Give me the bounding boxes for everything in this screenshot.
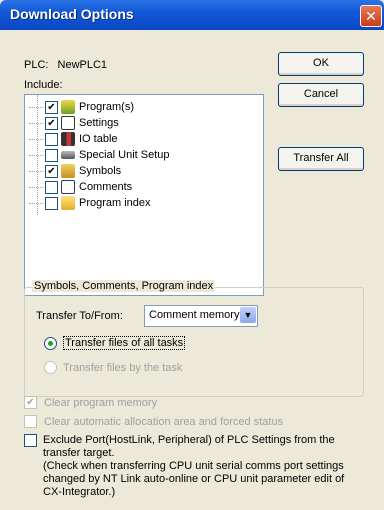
tree-item-label: IO table (79, 133, 118, 145)
tree-item-label: Special Unit Setup (79, 149, 170, 161)
checkbox-program-index[interactable] (45, 196, 58, 210)
exclude-port-text: Exclude Port(HostLink, Peripheral) of PL… (43, 434, 344, 499)
radio-by-task[interactable]: Transfer files by the task (44, 361, 182, 374)
checkbox-programs[interactable]: ✔ (45, 100, 58, 114)
dialog-title: Download Options (10, 6, 134, 22)
ok-button[interactable]: OK (278, 52, 364, 76)
settings-icon (61, 116, 75, 130)
radio-by-task-label: Transfer files by the task (63, 361, 183, 374)
include-label: Include: (24, 79, 63, 91)
clear-program-checkbox[interactable]: ✔ (24, 396, 37, 409)
plc-row: PLC: NewPLC1 (24, 59, 107, 71)
tree-item-symbols[interactable]: ✔ Symbols (25, 163, 121, 179)
exclude-line: changed by NT Link auto-online or CPU un… (43, 473, 345, 485)
radio-all-tasks-button[interactable] (44, 336, 57, 350)
transfer-select-value: Comment memory (149, 309, 240, 321)
clear-auto-option[interactable]: Clear automatic allocation area and forc… (24, 415, 283, 428)
tree-item-io-table[interactable]: IO table (25, 131, 118, 147)
exclude-line: CX-Integrator.) (43, 486, 116, 498)
checkbox-symbols[interactable]: ✔ (45, 164, 58, 178)
close-icon[interactable]: ✕ (360, 5, 382, 27)
tree-item-label: Program index (79, 197, 151, 209)
checkbox-comments[interactable] (45, 180, 58, 194)
exclude-line: transfer target. (43, 447, 115, 459)
tree-item-label: Program(s) (79, 101, 135, 113)
tree-item-special-unit[interactable]: Special Unit Setup (25, 147, 170, 163)
program-icon (61, 100, 75, 114)
tree-item-label: Symbols (79, 165, 122, 177)
checkbox-settings[interactable]: ✔ (45, 116, 58, 130)
transfer-select[interactable]: Comment memory ▼ (144, 305, 258, 327)
tree-item-programs[interactable]: ✔ Program(s) (25, 99, 134, 115)
title-bar: Download Options ✕ (0, 0, 384, 30)
checkbox-special-unit[interactable] (45, 148, 58, 162)
transfer-all-button[interactable]: Transfer All (278, 147, 364, 171)
chevron-down-icon[interactable]: ▼ (240, 307, 256, 323)
tree-item-comments[interactable]: Comments (25, 179, 132, 195)
radio-all-tasks-label: Transfer files of all tasks (63, 336, 186, 350)
group-legend: Symbols, Comments, Program index (32, 280, 216, 292)
radio-by-task-button[interactable] (44, 361, 57, 374)
tree-item-settings[interactable]: ✔ Settings (25, 115, 119, 131)
cancel-button[interactable]: Cancel (278, 83, 364, 107)
clear-program-label: Clear program memory (44, 396, 158, 409)
tree-item-program-index[interactable]: Program index (25, 195, 151, 211)
include-tree[interactable]: ✔ Program(s) ✔ Settings IO table Special… (24, 94, 264, 296)
exclude-line: Exclude Port(HostLink, Peripheral) of PL… (43, 434, 335, 446)
exclude-line: (Check when transferring CPU unit serial… (43, 460, 344, 472)
transfer-label: Transfer To/From: (36, 310, 123, 322)
clear-auto-checkbox[interactable] (24, 415, 37, 428)
io-table-icon (61, 132, 75, 146)
exclude-port-checkbox[interactable] (24, 434, 37, 447)
dialog-body: PLC: NewPLC1 Include: OK Cancel Transfer… (0, 30, 384, 510)
exclude-port-option[interactable] (24, 434, 40, 447)
clear-auto-label: Clear automatic allocation area and forc… (44, 415, 284, 428)
plc-label: PLC: (24, 59, 49, 71)
radio-all-tasks[interactable]: Transfer files of all tasks (44, 336, 186, 350)
special-unit-icon (61, 151, 75, 159)
tree-item-label: Comments (79, 181, 133, 193)
checkbox-io-table[interactable] (45, 132, 58, 146)
plc-name: NewPLC1 (57, 59, 108, 71)
comments-icon (61, 180, 75, 194)
tree-item-label: Settings (79, 117, 119, 129)
clear-program-option[interactable]: ✔ Clear program memory (24, 396, 157, 409)
symbols-icon (61, 164, 75, 178)
folder-icon (61, 196, 75, 210)
